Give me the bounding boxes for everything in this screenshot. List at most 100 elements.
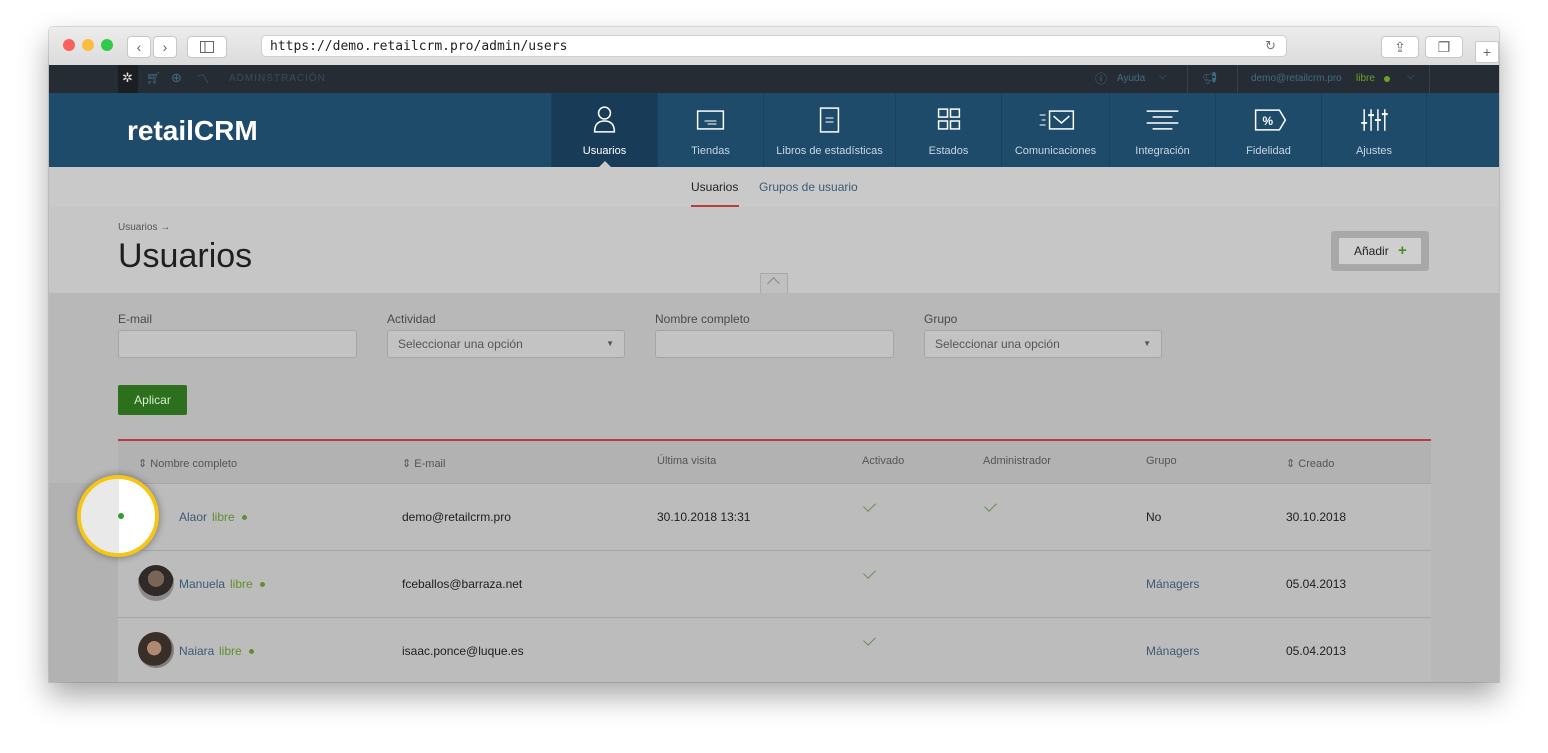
- email-filter-label: E-mail: [118, 312, 153, 326]
- page-title: Usuarios: [118, 237, 253, 275]
- new-tab-button[interactable]: +: [1475, 41, 1499, 63]
- minimize-window-button[interactable]: [82, 39, 94, 51]
- sidebar-toggle-button[interactable]: [187, 36, 227, 58]
- background: [1431, 483, 1499, 682]
- megaphone-icon[interactable]: 📢︎: [1202, 71, 1217, 85]
- sort-icon: ⇕: [402, 458, 415, 470]
- column-header-last-visit: Última visita: [657, 455, 717, 467]
- column-header-name[interactable]: ⇕ Nombre completo: [138, 457, 237, 470]
- user-name-link[interactable]: Naiara: [179, 644, 214, 658]
- chevron-down-icon[interactable]: ⌵: [1159, 71, 1167, 82]
- user-group-link[interactable]: Mánagers: [1146, 644, 1199, 658]
- user-group: No: [1146, 510, 1162, 524]
- add-button[interactable]: Añadir +: [1338, 237, 1422, 265]
- online-dot: [118, 513, 124, 519]
- dropdown-arrow-icon: ▼: [1143, 339, 1151, 348]
- percent-icon: %: [1254, 109, 1287, 131]
- tab-users[interactable]: Usuarios: [691, 180, 738, 194]
- tab-user-groups[interactable]: Grupos de usuario: [759, 180, 858, 194]
- back-button[interactable]: ‹: [127, 36, 151, 58]
- user-group-link[interactable]: Mánagers: [1146, 577, 1199, 591]
- plus-icon: +: [1482, 44, 1492, 60]
- nav-stat-books[interactable]: Libros de estadísticas: [763, 93, 895, 167]
- column-header-group: Grupo: [1146, 455, 1177, 467]
- help-link[interactable]: Ayuda: [1117, 73, 1145, 84]
- close-window-button[interactable]: [63, 39, 75, 51]
- spotlight-background: [119, 479, 155, 553]
- collapse-filters-button[interactable]: [760, 273, 788, 293]
- apply-filter-button[interactable]: Aplicar: [118, 385, 187, 415]
- main-header: retailCRM Usuarios Tiendas Libros de est…: [49, 93, 1499, 167]
- sort-icon: ⇕: [1286, 458, 1299, 470]
- user-status: libre: [219, 644, 242, 658]
- activated-check-icon: [863, 566, 876, 579]
- created-date: 05.04.2013: [1286, 644, 1347, 658]
- user-email: fceballos@barraza.net: [402, 577, 523, 591]
- address-bar[interactable]: https://demo.retailcrm.pro/admin/users ↻: [261, 35, 1287, 57]
- status-dot: [249, 649, 254, 654]
- column-header-created[interactable]: ⇕ Creado: [1286, 457, 1334, 470]
- avatar: [138, 565, 174, 601]
- chart-icon[interactable]: 〽: [197, 70, 209, 87]
- book-icon: [819, 107, 840, 133]
- group-filter-select[interactable]: Seleccionar una opción ▼: [924, 330, 1162, 358]
- activity-filter-label: Actividad: [387, 312, 436, 326]
- sort-icon: ⇕: [138, 458, 151, 470]
- users-table: ⇕ Nombre completo ⇕ E-mail Última visita…: [118, 439, 1431, 682]
- user-email: isaac.ponce@luque.es: [402, 644, 524, 658]
- user-status: libre: [212, 510, 235, 524]
- nav-settings[interactable]: Ajustes: [1321, 93, 1427, 167]
- nav-statuses[interactable]: Estados: [895, 93, 1001, 167]
- nav-communications[interactable]: Comunicaciones: [1001, 93, 1109, 167]
- forward-button[interactable]: ›: [153, 36, 177, 58]
- divider: [1429, 65, 1430, 93]
- avatar: [138, 632, 174, 668]
- tabs-button[interactable]: ❐: [1425, 36, 1463, 58]
- user-email-link[interactable]: demo@retailcrm.pro: [1251, 73, 1342, 84]
- column-header-activated: Activado: [862, 455, 905, 467]
- share-button[interactable]: ⇪: [1381, 36, 1419, 58]
- user-email: demo@retailcrm.pro: [402, 510, 511, 524]
- activity-filter-select[interactable]: Seleccionar una opción ▼: [387, 330, 625, 358]
- mail-icon: [1039, 110, 1075, 130]
- integration-icon: [1146, 110, 1179, 130]
- sub-navigation: Usuarios Grupos de usuario: [49, 167, 1499, 208]
- retailcrm-logo[interactable]: retailCRM: [127, 115, 258, 147]
- breadcrumb[interactable]: Usuarios →: [118, 222, 170, 233]
- chevron-down-icon[interactable]: ⌵: [1407, 71, 1415, 82]
- target-icon[interactable]: ⊕: [171, 70, 182, 86]
- email-filter-input[interactable]: [118, 330, 357, 358]
- help-icon[interactable]: ⓘ: [1095, 70, 1107, 87]
- chevron-left-icon: ‹: [136, 39, 142, 55]
- sliders-icon: [1361, 109, 1388, 131]
- spotlight-background: [81, 479, 119, 553]
- activated-check-icon: [863, 499, 876, 512]
- status-dot: [260, 582, 265, 587]
- settings-tab[interactable]: ✲: [118, 65, 138, 93]
- nav-stores[interactable]: Tiendas: [657, 93, 763, 167]
- nav-users[interactable]: Usuarios: [551, 93, 657, 167]
- table-row[interactable]: Manuela libre fceballos@barraza.net Mána…: [118, 550, 1431, 617]
- nav-loyalty[interactable]: % Fidelidad: [1215, 93, 1321, 167]
- group-filter-label: Grupo: [924, 312, 958, 326]
- user-name-link[interactable]: Alaor: [179, 510, 207, 524]
- share-icon: ⇪: [1394, 39, 1406, 55]
- fullname-filter-input[interactable]: [655, 330, 894, 358]
- nav-integration[interactable]: Integración: [1109, 93, 1215, 167]
- zoom-window-button[interactable]: [101, 39, 113, 51]
- user-name-link[interactable]: Manuela: [179, 577, 225, 591]
- cart-icon[interactable]: 🛒︎: [146, 71, 161, 85]
- table-row[interactable]: Alaor libre demo@retailcrm.pro 30.10.201…: [118, 483, 1431, 550]
- status-dot: [242, 515, 247, 520]
- grid-icon: [937, 108, 961, 130]
- column-header-email[interactable]: ⇕ E-mail: [402, 457, 445, 470]
- store-icon: [696, 110, 725, 130]
- table-row[interactable]: Naiara libre isaac.ponce@luque.es Mánage…: [118, 617, 1431, 682]
- chevron-right-icon: ›: [162, 39, 168, 55]
- browser-window: ‹ › https://demo.retailcrm.pro/admin/use…: [49, 27, 1499, 682]
- spotlight-highlight: [77, 475, 159, 557]
- admin-bar: ✲ 🛒︎ ⊕ 〽 ADMINSTRACIÓN ⓘ Ayuda ⌵ 📢︎ demo…: [49, 65, 1499, 93]
- url-text: https://demo.retailcrm.pro/admin/users: [270, 39, 568, 54]
- reload-icon[interactable]: ↻: [1265, 36, 1276, 58]
- divider: [1237, 65, 1238, 93]
